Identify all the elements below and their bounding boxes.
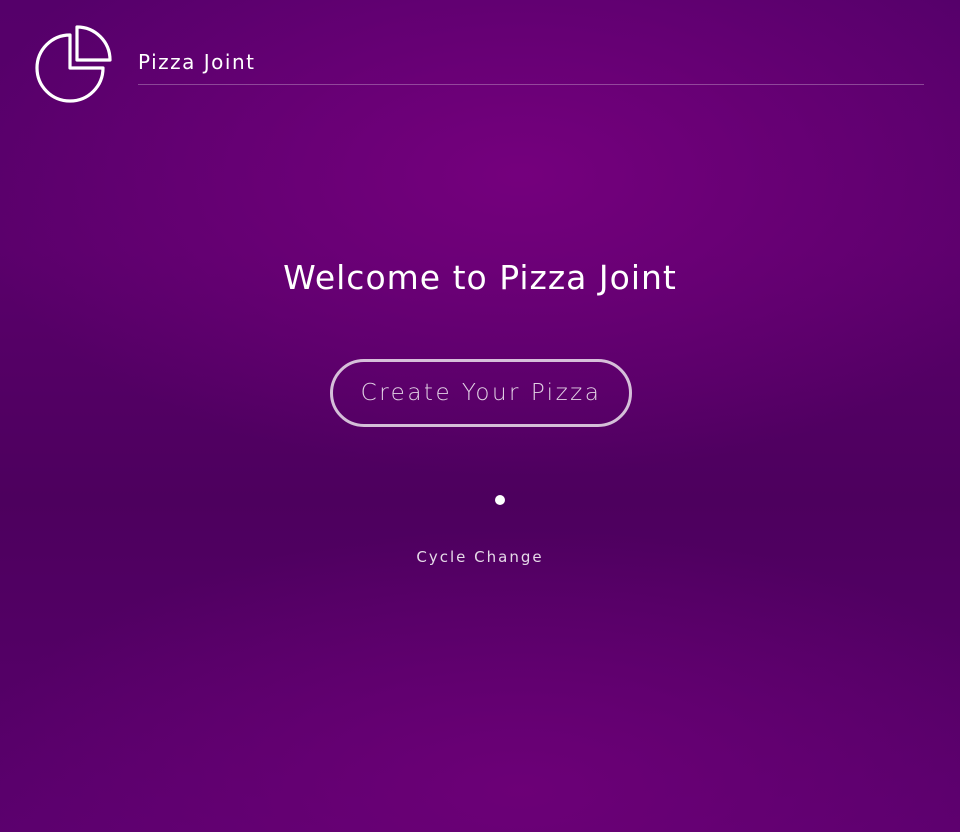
- dot-icon: [495, 495, 505, 505]
- page-title: Welcome to Pizza Joint: [283, 258, 677, 297]
- create-pizza-button[interactable]: Create Your Pizza: [330, 359, 632, 427]
- home-section: Welcome to Pizza Joint Create Your Pizza…: [0, 0, 960, 832]
- cycle-change-label[interactable]: Cycle Change: [0, 548, 960, 566]
